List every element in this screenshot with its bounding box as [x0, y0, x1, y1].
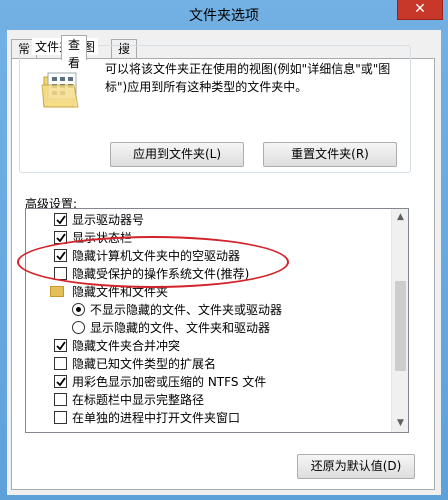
reset-folders-button[interactable]: 重置文件夹(R) [263, 142, 397, 167]
folder-views-description: 可以将该文件夹正在使用的视图(例如"详细信息"或"图标")应用到所有这种类型的文… [105, 62, 391, 94]
radio-button[interactable] [72, 303, 85, 316]
close-button[interactable]: ✕ [397, 0, 443, 20]
list-item-label: 隐藏文件夹合并冲突 [72, 339, 181, 353]
list-item-label: 隐藏计算机文件夹中的空驱动器 [72, 249, 241, 263]
scroll-up-arrow-icon[interactable]: ▲ [392, 209, 408, 226]
list-item-label: 用彩色显示加密或压缩的 NTFS 文件 [72, 375, 267, 389]
checkbox[interactable] [54, 249, 67, 262]
list-item[interactable]: 不显示隐藏的文件、文件夹或驱动器 [26, 301, 386, 319]
list-item[interactable]: 在单独的进程中打开文件夹窗口 [26, 409, 386, 427]
checkbox[interactable] [54, 267, 67, 280]
list-item-label: 隐藏受保护的操作系统文件(推荐) [72, 267, 250, 281]
checkbox[interactable] [54, 231, 67, 244]
checkbox[interactable] [54, 393, 67, 406]
list-item-label: 显示驱动器号 [72, 213, 145, 227]
list-item[interactable]: 隐藏已知文件类型的扩展名 [26, 355, 386, 373]
list-item[interactable]: 隐藏受保护的操作系统文件(推荐) [26, 265, 386, 283]
list-item[interactable]: 显示隐藏的文件、文件夹和驱动器 [26, 319, 386, 337]
apply-to-folders-button[interactable]: 应用到文件夹(L) [110, 142, 244, 167]
list-item-label: 隐藏文件和文件夹 [72, 285, 169, 299]
checkbox[interactable] [54, 375, 67, 388]
scroll-down-arrow-icon[interactable]: ▼ [392, 415, 408, 432]
list-item-label: 隐藏已知文件类型的扩展名 [72, 357, 217, 371]
checkbox[interactable] [54, 213, 67, 226]
restore-defaults-button[interactable]: 还原为默认值(D) [297, 454, 415, 479]
radio-button[interactable] [72, 321, 85, 334]
list-item[interactable]: 隐藏计算机文件夹中的空驱动器 [26, 247, 386, 265]
list-item-label: 显示隐藏的文件、文件夹和驱动器 [90, 321, 271, 335]
list-item-label: 在标题栏中显示完整路径 [72, 393, 205, 407]
folder-options-window: 文件夹选项 ✕ 常规 查看 搜索 文件夹视图 可以将该文件夹正在使用的 [0, 0, 448, 500]
list-item[interactable]: 在标题栏中显示完整路径 [26, 391, 386, 409]
folder-view-icon [40, 71, 80, 109]
checkbox[interactable] [54, 411, 67, 424]
list-item[interactable]: 显示驱动器号 [26, 211, 386, 229]
scrollbar-thumb[interactable] [395, 281, 406, 371]
tab-view[interactable]: 查看 [61, 35, 88, 70]
list-item[interactable]: 隐藏文件夹合并冲突 [26, 337, 386, 355]
advanced-settings-list: 显示驱动器号 显示状态栏 隐藏计算机文件夹中的空驱动器 隐藏受保护的操作系统文件… [25, 208, 409, 433]
window-title: 文件夹选项 [189, 8, 259, 24]
list-item-label: 在单独的进程中打开文件夹窗口 [72, 411, 241, 425]
vertical-scrollbar[interactable]: ▲ ▼ [391, 209, 408, 432]
list-item-label: 显示状态栏 [72, 231, 133, 245]
checkbox[interactable] [54, 357, 67, 370]
list-item-label: 不显示隐藏的文件、文件夹或驱动器 [90, 303, 283, 317]
list-group-header: 隐藏文件和文件夹 [26, 283, 386, 301]
folder-icon [50, 286, 64, 297]
list-item[interactable]: 用彩色显示加密或压缩的 NTFS 文件 [26, 373, 386, 391]
checkbox[interactable] [54, 339, 67, 352]
list-item[interactable]: 显示状态栏 [26, 229, 386, 247]
title-bar[interactable]: 文件夹选项 ✕ [0, 0, 448, 28]
